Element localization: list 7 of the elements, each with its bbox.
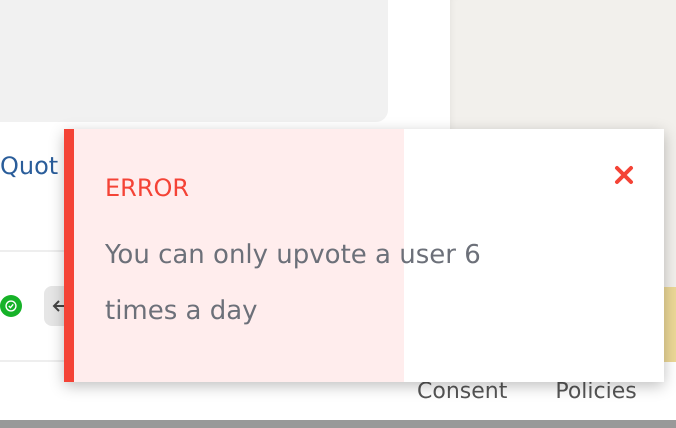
toast-message: You can only upvote a user 6 times a day xyxy=(105,239,482,328)
toast-title: ERROR xyxy=(105,173,190,204)
footer-link[interactable]: Consent xyxy=(417,378,508,404)
footer-link[interactable]: Policies xyxy=(555,378,637,404)
quote-link[interactable]: Quot xyxy=(0,152,58,180)
arrow-left-icon xyxy=(52,299,66,313)
close-icon[interactable] xyxy=(614,165,634,185)
